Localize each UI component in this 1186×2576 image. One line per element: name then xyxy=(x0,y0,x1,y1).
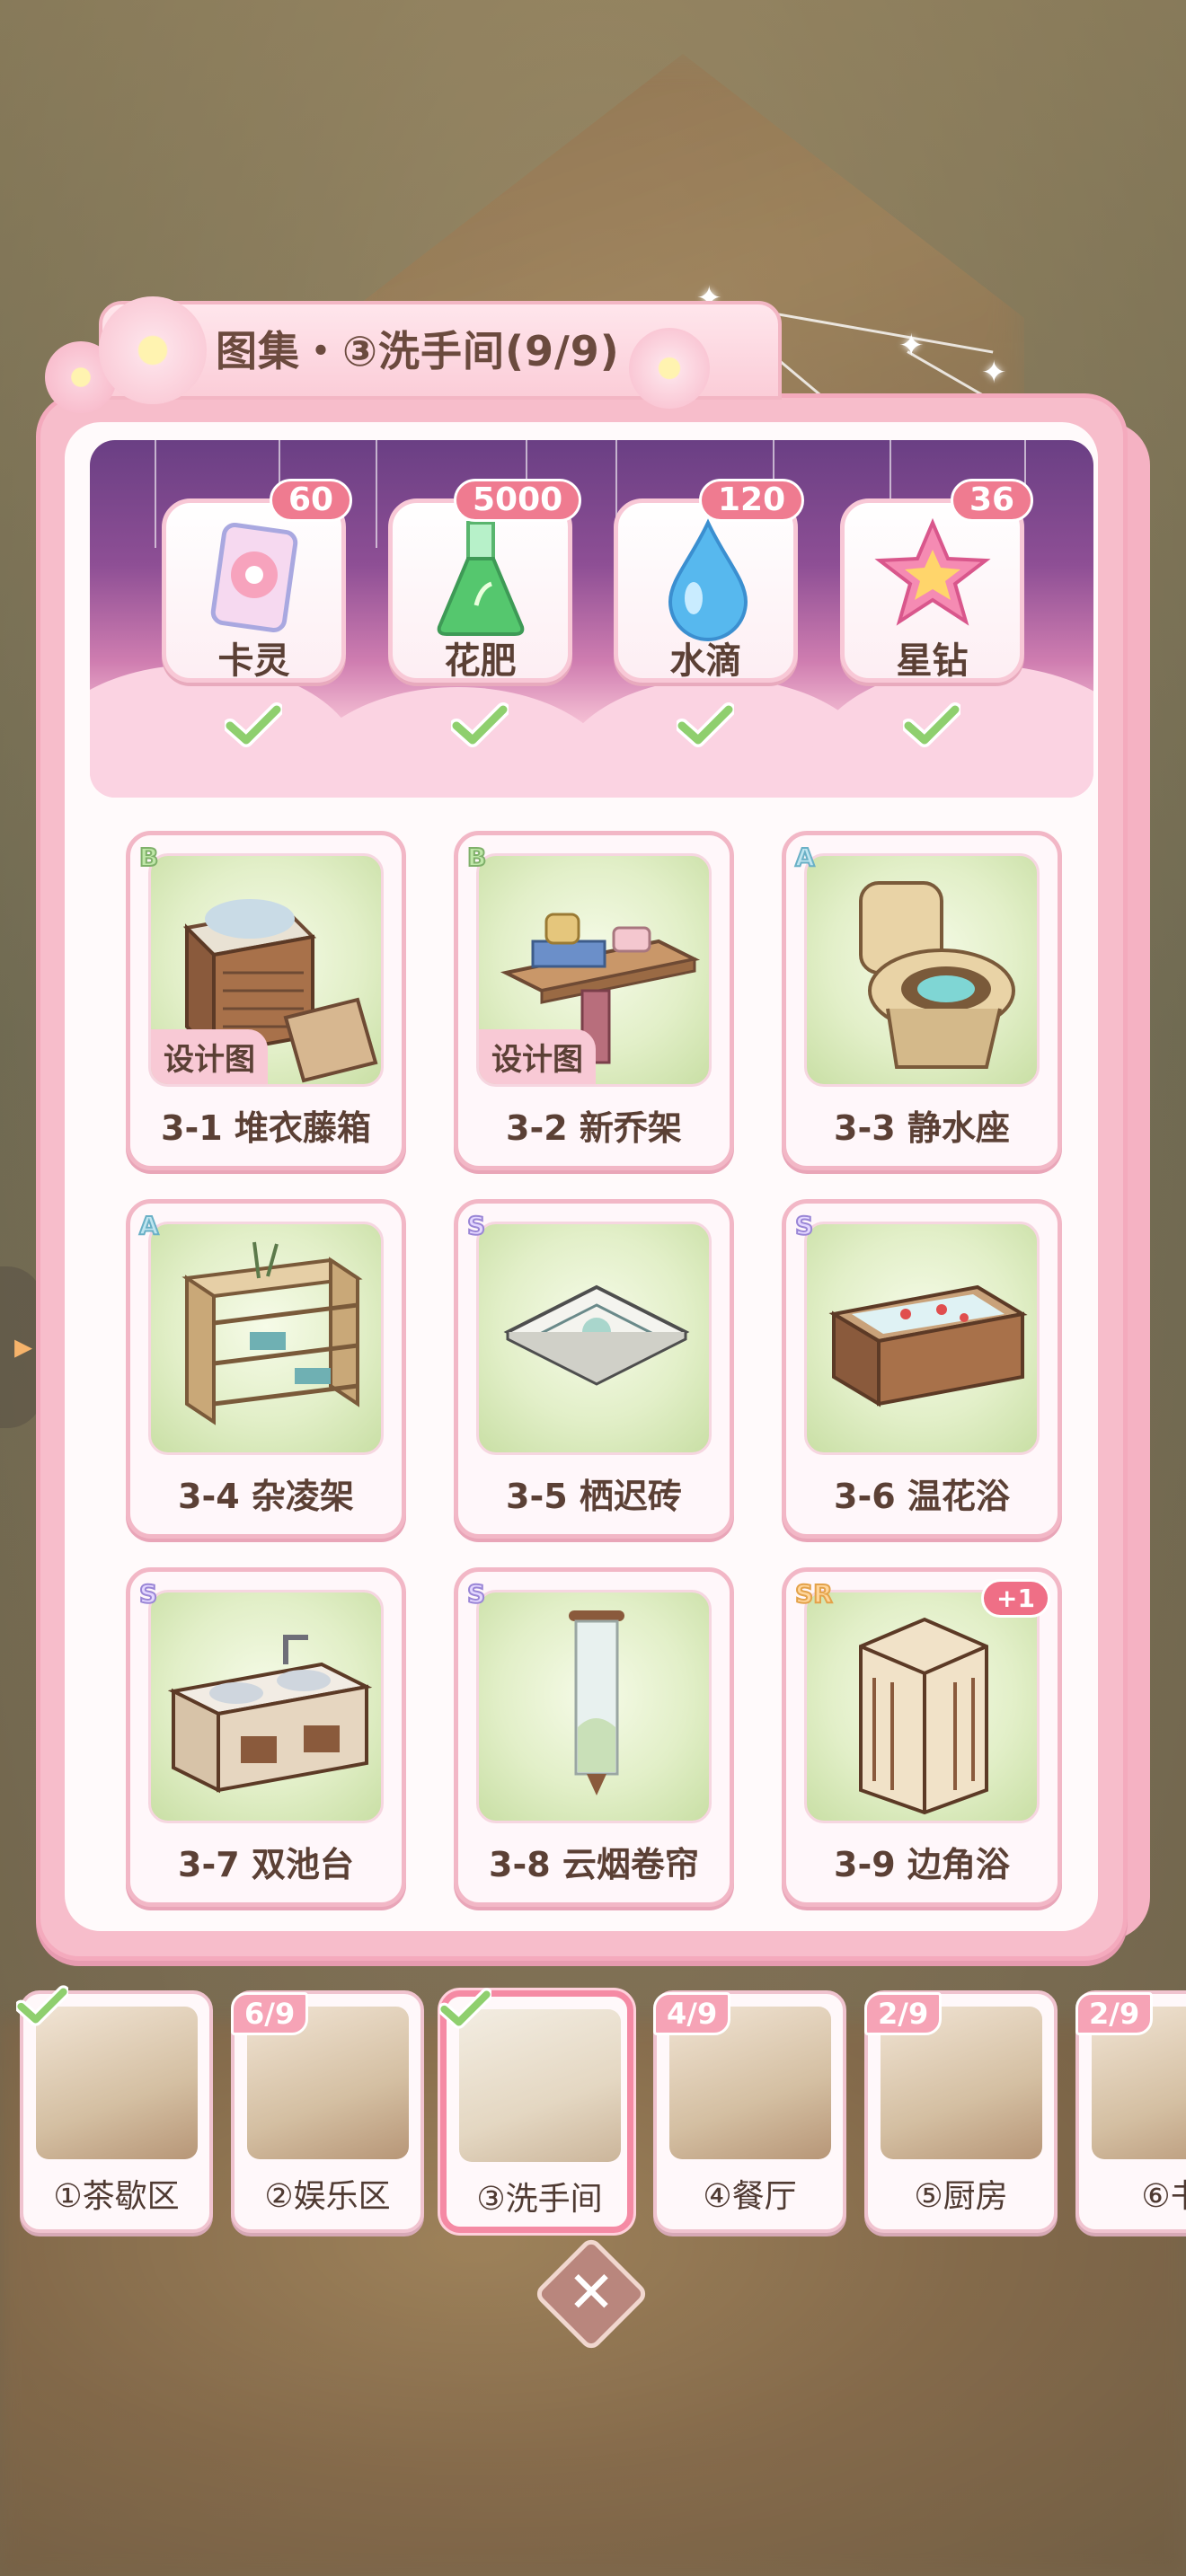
check-icon xyxy=(16,1985,68,2026)
star-sparkle-icon: ✦ xyxy=(898,328,925,364)
item-name: 3-9 边角浴 xyxy=(834,1845,1010,1884)
room-thumbnail xyxy=(36,2007,198,2159)
room-tab-dining[interactable]: ④餐厅 4/9 xyxy=(653,1990,846,2233)
check-icon xyxy=(439,1988,491,2029)
reward-label: 水滴 xyxy=(669,640,742,682)
rarity-badge: B xyxy=(466,842,487,873)
item-image xyxy=(804,1590,1040,1823)
room-thumbnail xyxy=(459,2009,621,2162)
hanging-string xyxy=(376,440,377,548)
check-icon xyxy=(451,702,509,747)
item-name: 3-7 双池台 xyxy=(178,1845,354,1884)
room-label: ③洗手间 xyxy=(476,2181,603,2218)
room-tab-entertainment[interactable]: ②娱乐区 6/9 xyxy=(231,1990,424,2233)
room-progress-badge: 6/9 xyxy=(231,1992,309,2035)
room-label: ⑥书 xyxy=(1141,2178,1186,2215)
storage-shelf-icon xyxy=(181,1241,363,1425)
room-label: ①茶歇区 xyxy=(53,2178,180,2215)
sakura-flower-icon xyxy=(629,328,710,409)
check-icon xyxy=(225,702,282,747)
rarity-badge: B xyxy=(138,842,159,873)
double-sink-icon xyxy=(167,1635,373,1794)
item-name: 3-4 杂凌架 xyxy=(178,1477,354,1516)
room-label: ②娱乐区 xyxy=(264,2178,391,2215)
blueprint-tag: 设计图 xyxy=(479,1029,596,1084)
item-name: 3-8 云烟卷帘 xyxy=(489,1845,699,1884)
check-icon xyxy=(677,702,734,747)
room-progress-badge: 2/9 xyxy=(864,1992,943,2035)
room-tab-washroom[interactable]: ③洗手间 xyxy=(439,1988,633,2233)
item-image xyxy=(804,1222,1040,1455)
reward-count-badge: 120 xyxy=(699,479,805,522)
close-icon[interactable]: ✕ xyxy=(550,2253,633,2335)
blueprint-tag: 设计图 xyxy=(151,1029,268,1084)
rarity-badge: S xyxy=(138,1578,158,1610)
item-card[interactable]: SR +1 3-9 边角浴 xyxy=(782,1567,1062,1907)
item-card[interactable]: S 3-6 温花浴 xyxy=(782,1199,1062,1539)
spirit-card-icon xyxy=(210,523,298,632)
item-card[interactable]: A 3-3 静水座 xyxy=(782,831,1062,1170)
reward-count-badge: 36 xyxy=(951,479,1034,522)
item-image xyxy=(148,1222,384,1455)
floor-tile-icon xyxy=(503,1284,690,1386)
duplicate-count-badge: +1 xyxy=(981,1579,1050,1618)
room-progress-badge: 2/9 xyxy=(1075,1992,1154,2035)
item-card[interactable]: S 3-5 栖迟砖 xyxy=(454,1199,734,1539)
reward-count-badge: 5000 xyxy=(454,479,582,522)
room-tab-tea[interactable]: ①茶歇区 xyxy=(16,1985,213,2233)
item-image: 设计图 xyxy=(476,853,712,1087)
item-card[interactable]: 设计图 B 3-2 新乔架 xyxy=(454,831,734,1170)
water-drop-icon xyxy=(668,518,748,641)
room-tab-clip: ⑥书 2/9 xyxy=(1074,1985,1186,2245)
item-name: 3-6 温花浴 xyxy=(834,1477,1010,1516)
room-progress-badge: 4/9 xyxy=(653,1992,731,2035)
item-name: 3-2 新乔架 xyxy=(506,1108,682,1148)
item-card[interactable]: S 3-8 云烟卷帘 xyxy=(454,1567,734,1907)
rarity-badge: SR xyxy=(794,1578,834,1610)
corner-shower-icon xyxy=(859,1617,988,1815)
check-icon xyxy=(903,702,960,747)
item-image: 设计图 xyxy=(148,853,384,1087)
reward-count-badge: 60 xyxy=(270,479,353,522)
hanging-string xyxy=(155,440,156,548)
item-card[interactable]: S 3-7 双池台 xyxy=(126,1567,406,1907)
item-name: 3-3 静水座 xyxy=(834,1108,1010,1148)
room-label: ④餐厅 xyxy=(703,2178,797,2215)
page-title: 图集・③洗手间(9/9) xyxy=(216,327,620,375)
reward-label: 星钻 xyxy=(896,640,969,682)
reward-label: 卡灵 xyxy=(217,640,290,682)
rarity-badge: S xyxy=(794,1210,814,1241)
star-sparkle-icon: ✦ xyxy=(981,355,1007,391)
item-image xyxy=(476,1222,712,1455)
item-image xyxy=(148,1590,384,1823)
item-image xyxy=(476,1590,712,1823)
item-image xyxy=(804,853,1040,1087)
reward-label: 花肥 xyxy=(444,640,517,682)
room-tab-kitchen[interactable]: ⑤厨房 2/9 xyxy=(864,1990,1058,2233)
flower-bathtub-icon xyxy=(828,1284,1028,1407)
rarity-badge: S xyxy=(466,1210,486,1241)
item-card[interactable]: 设计图 B 3-1 堆衣藤箱 xyxy=(126,831,406,1170)
rarity-badge: A xyxy=(138,1210,160,1241)
item-name: 3-1 堆衣藤箱 xyxy=(161,1108,371,1148)
toilet-icon xyxy=(859,881,1015,1069)
rarity-badge: A xyxy=(794,842,816,873)
sakura-flower-icon xyxy=(99,296,207,404)
chevron-right-icon: ▸ xyxy=(14,1326,33,1367)
item-card[interactable]: A 3-4 杂凌架 xyxy=(126,1199,406,1539)
fertilizer-flask-icon xyxy=(437,521,525,636)
room-label: ⑤厨房 xyxy=(914,2178,1008,2215)
rarity-badge: S xyxy=(466,1578,486,1610)
item-name: 3-5 栖迟砖 xyxy=(506,1477,682,1516)
room-tab-study[interactable]: ⑥书 2/9 xyxy=(1075,1990,1186,2233)
star-diamond-icon xyxy=(874,517,991,626)
roller-blind-icon xyxy=(569,1610,624,1795)
